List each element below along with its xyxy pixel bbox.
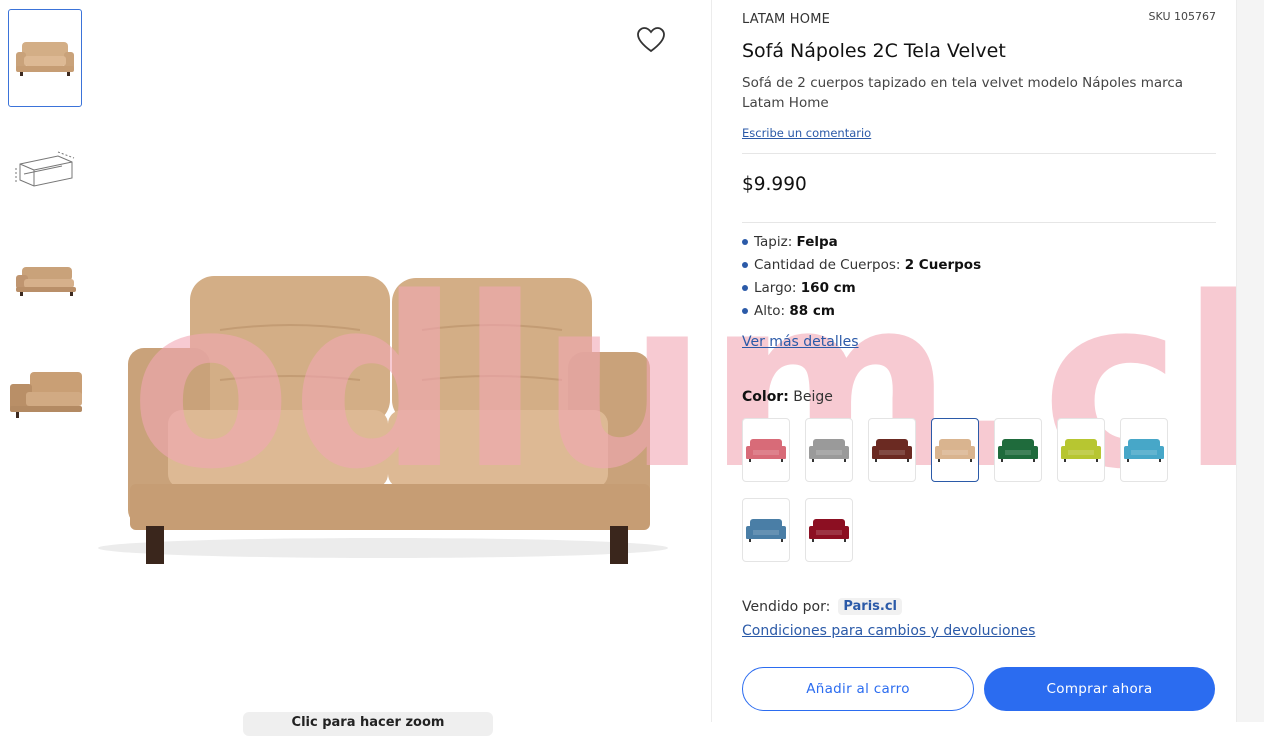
divider [742,222,1216,223]
product-description: Sofá de 2 cuerpos tapizado en tela velve… [742,75,1184,111]
spec-item: Alto: 88 cm [742,301,981,324]
product-title: Sofá Nápoles 2C Tela Velvet [742,40,1006,62]
color-selection-label: Color: Beige [742,389,833,405]
spec-item: Cantidad de Cuerpos: 2 Cuerpos [742,255,981,278]
buy-now-button[interactable]: Comprar ahora [984,667,1215,711]
color-swatch[interactable] [1120,418,1168,482]
selected-color: Beige [793,389,833,405]
spec-label: Alto: [754,303,786,319]
spec-list: Tapiz: Felpa Cantidad de Cuerpos: 2 Cuer… [742,232,981,324]
divider [742,153,1216,154]
sofa-front-thumbnail-image [16,42,74,76]
spec-value: 2 Cuerpos [904,257,982,273]
more-details-link[interactable]: Ver más detalles [742,334,859,350]
favorite-heart-icon[interactable] [636,26,666,54]
thumbnail-front[interactable] [8,9,82,107]
thumbnail-angle[interactable] [8,230,82,328]
thumbnail-dimensions[interactable] [8,120,82,218]
sofa-swatch-image [1061,439,1101,462]
color-label: Color: [742,389,789,405]
sofa-angle-thumbnail-image [16,267,76,296]
main-product-image[interactable] [90,0,710,722]
add-to-cart-button[interactable]: Añadir al carro [742,667,974,711]
sofa-side-thumbnail-image [10,372,82,418]
color-swatch[interactable] [742,498,790,562]
return-conditions-link[interactable]: Condiciones para cambios y devoluciones [742,623,1035,639]
zoom-hint[interactable]: Clic para hacer zoom [243,712,493,736]
color-swatch[interactable] [805,418,853,482]
column-divider [711,0,712,722]
brand-name[interactable]: LATAM HOME [742,12,830,27]
sofa-swatch-image [1124,439,1164,462]
sofa-image [98,276,668,564]
color-swatch[interactable] [742,418,790,482]
sofa-swatch-image [746,439,786,462]
thumbnail-side[interactable] [8,340,82,438]
sofa-dimensions-thumbnail-image [15,151,75,187]
product-info-panel: LATAM HOME SKU 105767 Sofá Nápoles 2C Te… [742,0,1216,722]
sofa-swatch-image [746,519,786,542]
color-swatch[interactable] [805,498,853,562]
sofa-swatch-image [935,439,975,462]
write-review-link[interactable]: Escribe un comentario [742,126,871,140]
spec-item: Largo: 160 cm [742,278,981,301]
spec-label: Largo: [754,280,797,296]
sku-label: SKU 105767 [1148,10,1216,23]
spec-value: Felpa [796,234,838,250]
seller-name[interactable]: Paris.cl [838,598,903,615]
product-price: $9.990 [742,174,807,195]
color-swatch[interactable] [1057,418,1105,482]
sofa-swatch-image [809,439,849,462]
spec-item: Tapiz: Felpa [742,232,981,255]
thumbnail-gallery [0,0,90,722]
spec-value: 88 cm [789,303,835,319]
spec-label: Cantidad de Cuerpos: [754,257,901,273]
seller-info: Vendido por: Paris.cl [742,598,903,615]
spec-label: Tapiz: [754,234,793,250]
sofa-swatch-image [809,519,849,542]
seller-label: Vendido por: [742,598,831,615]
color-swatch[interactable] [931,418,979,482]
color-swatch[interactable] [994,418,1042,482]
page-right-gutter [1236,0,1264,722]
spec-value: 160 cm [800,280,856,296]
color-swatch[interactable] [868,418,916,482]
sofa-swatch-image [872,439,912,462]
sofa-swatch-image [998,439,1038,462]
